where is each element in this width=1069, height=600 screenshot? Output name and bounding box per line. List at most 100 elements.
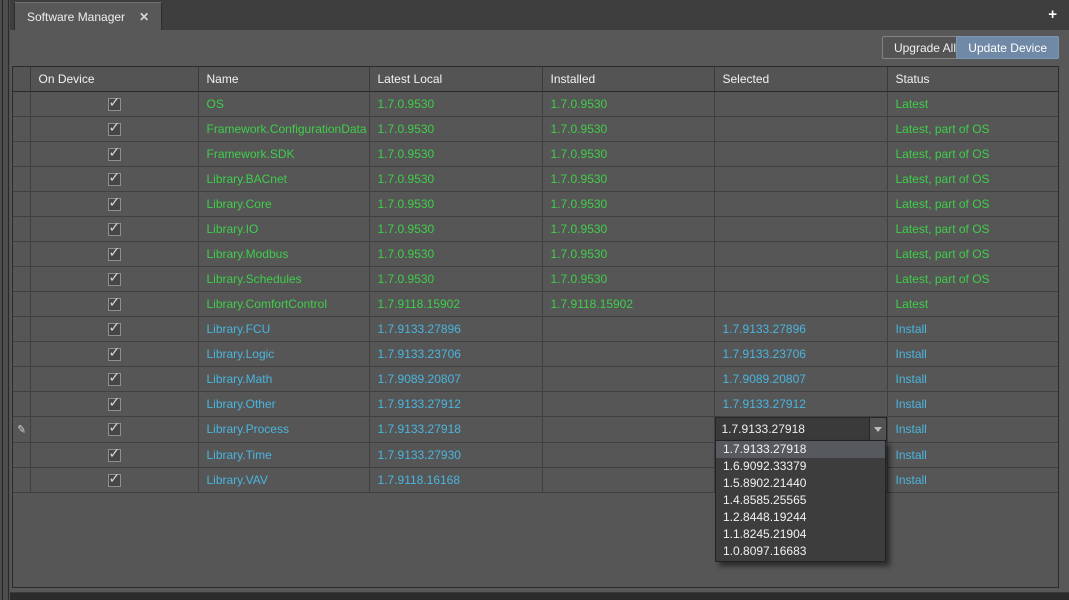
on-device-checkbox[interactable]: ✓ xyxy=(108,273,121,286)
col-header-status[interactable]: Status xyxy=(887,67,1058,91)
on-device-checkbox[interactable]: ✓ xyxy=(108,373,121,386)
checkmark-icon: ✓ xyxy=(109,319,121,336)
package-name: Library.BACnet xyxy=(198,166,369,191)
table-row[interactable]: ✓ Framework.ConfigurationData 1.7.0.9530… xyxy=(13,116,1058,141)
col-header-latest-local[interactable]: Latest Local xyxy=(369,67,542,91)
selected-version[interactable] xyxy=(714,166,887,191)
table-row[interactable]: ✓ Library.VAV 1.7.9118.16168 Install xyxy=(13,467,1058,492)
installed-version xyxy=(542,467,714,492)
table-row[interactable]: ✓ Library.Time 1.7.9133.27930 Install xyxy=(13,442,1058,467)
table-row[interactable]: ✓ Library.Schedules 1.7.0.9530 1.7.0.953… xyxy=(13,266,1058,291)
checkmark-icon: ✓ xyxy=(109,394,121,411)
software-table-container: On Device Name Latest Local Installed Se… xyxy=(12,66,1059,588)
on-device-checkbox[interactable]: ✓ xyxy=(108,223,121,236)
on-device-checkbox[interactable]: ✓ xyxy=(108,173,121,186)
package-name: Library.Process xyxy=(198,416,369,442)
on-device-checkbox[interactable]: ✓ xyxy=(108,148,121,161)
selected-version[interactable] xyxy=(714,141,887,166)
latest-local-version: 1.7.0.9530 xyxy=(369,241,542,266)
installed-version xyxy=(542,442,714,467)
on-device-checkbox[interactable]: ✓ xyxy=(108,474,121,487)
selected-version[interactable]: 1.7.9133.27918 xyxy=(714,416,887,442)
tab-title: Software Manager xyxy=(27,10,125,24)
selected-version[interactable]: 1.7.9089.20807 xyxy=(714,366,887,391)
table-row[interactable]: ✓ Library.Core 1.7.0.9530 1.7.0.9530 Lat… xyxy=(13,191,1058,216)
checkmark-icon: ✓ xyxy=(109,470,121,487)
table-row[interactable]: ✓ OS 1.7.0.9530 1.7.0.9530 Latest xyxy=(13,91,1058,116)
on-device-checkbox[interactable]: ✓ xyxy=(108,449,121,462)
table-row[interactable]: ✓ Library.Logic 1.7.9133.23706 1.7.9133.… xyxy=(13,341,1058,366)
latest-local-version: 1.7.9133.23706 xyxy=(369,341,542,366)
selected-version[interactable] xyxy=(714,291,887,316)
selected-version[interactable] xyxy=(714,241,887,266)
update-device-button[interactable]: Update Device xyxy=(956,36,1059,59)
table-row[interactable]: ✓ Library.ComfortControl 1.7.9118.15902 … xyxy=(13,291,1058,316)
selected-version[interactable]: 1.7.9133.27912 xyxy=(714,391,887,416)
installed-version: 1.7.0.9530 xyxy=(542,166,714,191)
software-table: On Device Name Latest Local Installed Se… xyxy=(13,67,1058,493)
table-row[interactable]: ✓ Library.BACnet 1.7.0.9530 1.7.0.9530 L… xyxy=(13,166,1058,191)
col-header-selected[interactable]: Selected xyxy=(714,67,887,91)
latest-local-version: 1.7.0.9530 xyxy=(369,216,542,241)
package-name: Library.Time xyxy=(198,442,369,467)
status-text: Install xyxy=(887,442,1058,467)
combobox-value: 1.7.9133.27918 xyxy=(716,418,869,441)
on-device-checkbox[interactable]: ✓ xyxy=(108,98,121,111)
selected-version[interactable]: 1.7.9133.27896 xyxy=(714,316,887,341)
checkmark-icon: ✓ xyxy=(109,445,121,462)
col-header-installed[interactable]: Installed xyxy=(542,67,714,91)
table-row[interactable]: ✓ Library.IO 1.7.0.9530 1.7.0.9530 Lates… xyxy=(13,216,1058,241)
upgrade-all-button[interactable]: Upgrade All xyxy=(882,36,968,59)
selected-version[interactable] xyxy=(714,116,887,141)
package-name: Library.FCU xyxy=(198,316,369,341)
checkmark-icon: ✓ xyxy=(109,294,121,311)
col-header-edit[interactable] xyxy=(13,67,30,91)
col-header-on-device[interactable]: On Device xyxy=(30,67,198,91)
tab-software-manager[interactable]: Software Manager ✕ xyxy=(14,2,162,30)
dropdown-option[interactable]: 1.7.9133.27918 xyxy=(716,441,885,458)
table-row[interactable]: ✓ Library.Other 1.7.9133.27912 1.7.9133.… xyxy=(13,391,1058,416)
installed-version: 1.7.0.9530 xyxy=(542,241,714,266)
version-combobox[interactable]: 1.7.9133.27918 xyxy=(715,417,887,442)
selected-version[interactable] xyxy=(714,266,887,291)
on-device-checkbox[interactable]: ✓ xyxy=(108,398,121,411)
package-name: Library.ComfortControl xyxy=(198,291,369,316)
dropdown-option[interactable]: 1.2.8448.19244 xyxy=(716,509,885,526)
dropdown-option[interactable]: 1.6.9092.33379 xyxy=(716,458,885,475)
checkmark-icon: ✓ xyxy=(109,219,121,236)
dropdown-option[interactable]: 1.5.8902.21440 xyxy=(716,475,885,492)
col-header-name[interactable]: Name xyxy=(198,67,369,91)
latest-local-version: 1.7.0.9530 xyxy=(369,91,542,116)
dropdown-option[interactable]: 1.4.8585.25565 xyxy=(716,492,885,509)
status-text: Latest xyxy=(887,291,1058,316)
on-device-checkbox[interactable]: ✓ xyxy=(108,123,121,136)
combobox-arrow-button[interactable] xyxy=(869,418,886,441)
on-device-checkbox[interactable]: ✓ xyxy=(108,423,121,436)
selected-version[interactable] xyxy=(714,216,887,241)
status-text: Latest, part of OS xyxy=(887,266,1058,291)
table-row[interactable]: ✓ Library.Math 1.7.9089.20807 1.7.9089.2… xyxy=(13,366,1058,391)
tab-close-icon[interactable]: ✕ xyxy=(139,10,149,24)
on-device-checkbox[interactable]: ✓ xyxy=(108,298,121,311)
table-row[interactable]: ✎ ✓ Library.Process 1.7.9133.27918 1.7.9… xyxy=(13,416,1058,442)
checkmark-icon: ✓ xyxy=(109,344,121,361)
selected-version[interactable] xyxy=(714,91,887,116)
dropdown-option[interactable]: 1.1.8245.21904 xyxy=(716,526,885,543)
selected-version[interactable]: 1.7.9133.23706 xyxy=(714,341,887,366)
on-device-checkbox[interactable]: ✓ xyxy=(108,198,121,211)
package-name: Library.Logic xyxy=(198,341,369,366)
latest-local-version: 1.7.9133.27930 xyxy=(369,442,542,467)
table-row[interactable]: ✓ Framework.SDK 1.7.0.9530 1.7.0.9530 La… xyxy=(13,141,1058,166)
status-text: Install xyxy=(887,467,1058,492)
table-row[interactable]: ✓ Library.FCU 1.7.9133.27896 1.7.9133.27… xyxy=(13,316,1058,341)
on-device-checkbox[interactable]: ✓ xyxy=(108,323,121,336)
latest-local-version: 1.7.9089.20807 xyxy=(369,366,542,391)
dropdown-option[interactable]: 1.0.8097.16683 xyxy=(716,543,885,560)
on-device-checkbox[interactable]: ✓ xyxy=(108,248,121,261)
table-row[interactable]: ✓ Library.Modbus 1.7.0.9530 1.7.0.9530 L… xyxy=(13,241,1058,266)
on-device-checkbox[interactable]: ✓ xyxy=(108,348,121,361)
package-name: OS xyxy=(198,91,369,116)
selected-version[interactable] xyxy=(714,191,887,216)
installed-version: 1.7.0.9530 xyxy=(542,116,714,141)
new-tab-plus-icon[interactable]: + xyxy=(1048,6,1057,23)
